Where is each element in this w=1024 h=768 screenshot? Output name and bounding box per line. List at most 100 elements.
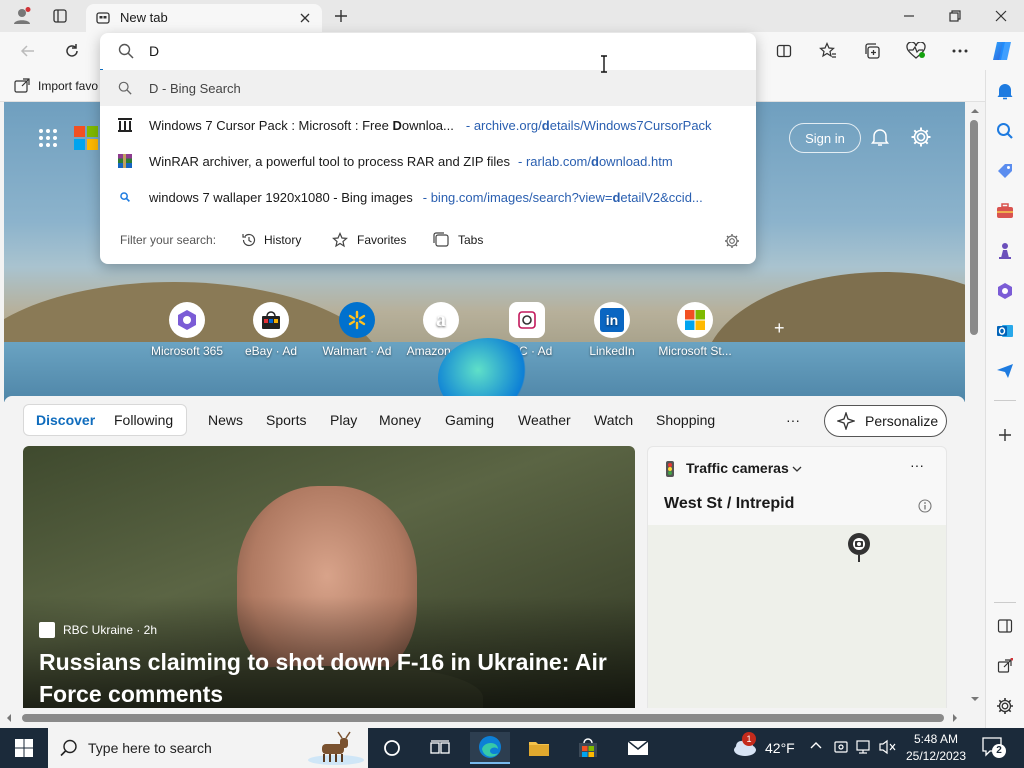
tray-icon-device[interactable] <box>833 739 849 755</box>
horizontal-scroll-thumb[interactable] <box>22 714 944 722</box>
refresh-button[interactable] <box>56 35 88 67</box>
personalize-button[interactable]: Personalize <box>824 405 947 437</box>
sidebar-shopping[interactable] <box>994 160 1016 182</box>
taskbar-file-explorer[interactable] <box>519 732 559 764</box>
sidebar-notifications[interactable] <box>994 80 1016 102</box>
tab-gaming[interactable]: Gaming <box>445 404 494 436</box>
network-button[interactable] <box>856 739 874 755</box>
tab-play[interactable]: Play <box>330 404 357 436</box>
action-center-button[interactable]: 2 <box>982 737 1006 758</box>
tab-new-tab[interactable]: New tab <box>86 4 322 32</box>
weather-widget[interactable]: 1 <box>732 732 760 758</box>
quick-link-microsoft-store[interactable]: Microsoft St... <box>650 302 740 358</box>
start-button[interactable] <box>4 732 44 764</box>
tab-money[interactable]: Money <box>379 404 421 436</box>
more-tabs-button[interactable]: ··· <box>786 404 800 436</box>
minimize-button[interactable] <box>886 0 932 32</box>
address-input[interactable]: D <box>149 43 159 59</box>
gear-icon <box>997 698 1013 714</box>
sidebar-tools[interactable] <box>994 200 1016 222</box>
news-headline[interactable]: Russians claiming to shot down F-16 in U… <box>39 646 619 710</box>
new-tab-button[interactable] <box>326 0 356 32</box>
tab-actions-button[interactable] <box>40 0 80 32</box>
search-settings-button[interactable] <box>724 233 740 249</box>
tab-sports[interactable]: Sports <box>266 404 306 436</box>
taskbar-mail[interactable] <box>618 732 658 764</box>
suggestion-bing-search[interactable]: D - Bing Search <box>100 70 756 106</box>
quick-link-linkedin[interactable]: in LinkedIn <box>567 302 657 358</box>
quick-link-label: Microsoft St... <box>658 344 732 358</box>
scroll-down-icon[interactable] <box>970 696 980 702</box>
tab-watch[interactable]: Watch <box>594 404 633 436</box>
tab-news[interactable]: News <box>208 404 243 436</box>
vertical-scroll-thumb[interactable] <box>970 120 978 335</box>
favorites-button[interactable] <box>812 35 844 67</box>
quick-link-walmart[interactable]: Walmart · Ad <box>312 302 402 358</box>
taskbar-edge[interactable] <box>470 732 510 764</box>
page-settings-button[interactable] <box>910 126 932 148</box>
task-view-button[interactable] <box>420 732 460 764</box>
camera-pin-icon[interactable] <box>847 533 871 563</box>
scroll-left-icon[interactable] <box>6 713 12 723</box>
import-favorites-link[interactable]: Import favo <box>14 78 98 94</box>
settings-and-more-button[interactable] <box>944 35 976 67</box>
suggestion-archive[interactable]: Windows 7 Cursor Pack : Microsoft : Free… <box>100 107 756 143</box>
cortana-button[interactable] <box>372 732 412 764</box>
vertical-scrollbar[interactable] <box>965 102 985 708</box>
suggestion-winrar[interactable]: WinRAR archiver, a powerful tool to proc… <box>100 143 756 179</box>
sidebar-settings[interactable] <box>994 695 1016 717</box>
task-view-icon <box>430 740 450 754</box>
quick-link-ebay[interactable]: eBay · Ad <box>226 302 316 358</box>
suggestion-bing-images[interactable]: windows 7 wallaper 1920x1080 - Bing imag… <box>100 179 756 215</box>
horizontal-scrollbar[interactable] <box>0 708 965 728</box>
sidebar-hide-button[interactable] <box>994 615 1016 637</box>
collections-icon <box>865 43 880 59</box>
scroll-up-icon[interactable] <box>970 108 980 114</box>
import-icon <box>14 78 30 93</box>
quick-link-microsoft-365[interactable]: Microsoft 365 <box>142 302 232 358</box>
split-screen-button[interactable] <box>768 35 800 67</box>
filter-tabs[interactable]: Tabs <box>433 232 483 248</box>
copilot-button[interactable] <box>986 35 1018 67</box>
close-window-button[interactable] <box>978 0 1024 32</box>
collections-button[interactable] <box>856 35 888 67</box>
app-launcher-button[interactable] <box>38 128 58 148</box>
add-shortcut-button[interactable]: + <box>774 318 785 339</box>
tab-weather[interactable]: Weather <box>518 404 571 436</box>
profile-button[interactable] <box>4 0 40 32</box>
news-hero-card[interactable]: RBC Ukraine · 2h Russians claiming to sh… <box>23 446 635 728</box>
taskbar-search-box[interactable]: Type here to search <box>48 728 368 768</box>
traffic-title[interactable]: Traffic cameras <box>686 460 789 476</box>
show-hidden-icons-button[interactable] <box>810 741 822 749</box>
tab-shopping[interactable]: Shopping <box>656 404 715 436</box>
sidebar-microsoft-365[interactable] <box>994 280 1016 302</box>
sidebar-outlook[interactable] <box>994 320 1016 342</box>
chevron-down-icon[interactable] <box>792 466 802 472</box>
taskbar-microsoft-store[interactable] <box>568 732 608 764</box>
plus-icon <box>999 429 1011 441</box>
traffic-map[interactable] <box>648 525 946 728</box>
sidebar-external-link[interactable] <box>994 655 1016 677</box>
info-icon[interactable] <box>918 499 932 513</box>
address-bar[interactable]: D <box>100 33 756 69</box>
sidebar-search[interactable] <box>994 120 1016 142</box>
browser-essentials-button[interactable] <box>900 35 932 67</box>
tab-discover[interactable]: Discover <box>36 404 95 436</box>
notifications-button[interactable] <box>870 127 890 147</box>
filter-favorites[interactable]: Favorites <box>332 232 406 248</box>
sign-in-button[interactable]: Sign in <box>789 123 861 153</box>
close-tab-icon[interactable] <box>300 13 310 23</box>
sidebar-drop[interactable] <box>994 360 1016 382</box>
volume-button[interactable] <box>878 739 896 755</box>
temperature-label[interactable]: 42°F <box>765 740 795 756</box>
filter-history[interactable]: History <box>241 232 301 248</box>
back-button[interactable] <box>12 35 44 67</box>
split-screen-icon <box>776 44 792 58</box>
tab-following[interactable]: Following <box>114 404 173 436</box>
scroll-right-icon[interactable] <box>952 713 958 723</box>
clock[interactable]: 5:48 AM 25/12/2023 <box>904 731 968 765</box>
sidebar-add-button[interactable] <box>994 424 1016 446</box>
restore-button[interactable] <box>932 0 978 32</box>
traffic-more-button[interactable]: ··· <box>910 457 924 473</box>
sidebar-games[interactable] <box>994 240 1016 262</box>
